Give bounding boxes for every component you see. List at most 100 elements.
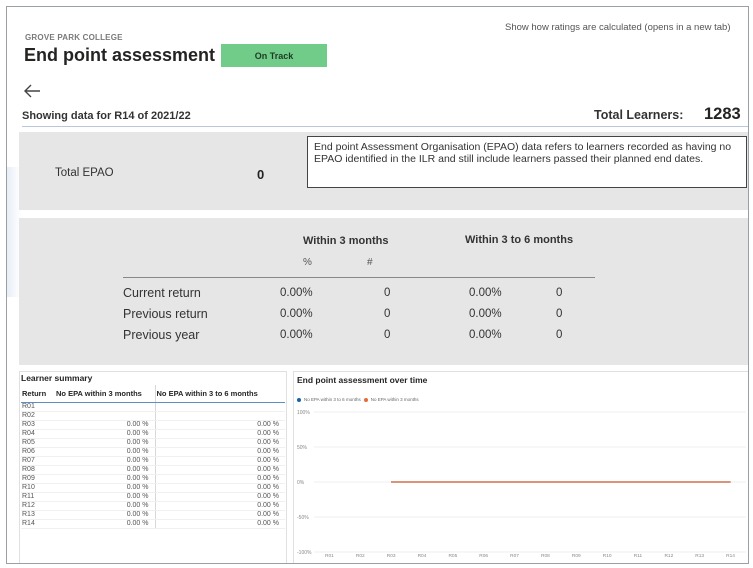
table-cell: R03 bbox=[21, 420, 55, 430]
report-page: GROVE PARK COLLEGE End point assessment … bbox=[6, 6, 749, 564]
table-cell: 0.00 % bbox=[154, 483, 285, 493]
table-cell: 0.00 % bbox=[55, 474, 155, 484]
table-row: R08 0.00 % 0.00 % bbox=[21, 465, 285, 475]
college-name: GROVE PARK COLLEGE bbox=[25, 33, 123, 42]
table-cell: R13 bbox=[21, 510, 55, 520]
x-tick-label: R06 bbox=[479, 553, 488, 559]
table-cell bbox=[55, 411, 155, 421]
summary-cell: 0 bbox=[556, 308, 563, 320]
table-cell bbox=[154, 411, 285, 421]
total-learners-label: Total Learners: bbox=[594, 108, 684, 122]
summary-cell: 0.00% bbox=[280, 308, 313, 320]
table-cell: 0.00 % bbox=[154, 474, 285, 484]
summary-row-label: Current return bbox=[123, 286, 201, 300]
table-row: R11 0.00 % 0.00 % bbox=[21, 492, 285, 502]
table-cell: R11 bbox=[21, 492, 55, 502]
x-tick-label: R11 bbox=[634, 553, 643, 559]
x-tick-label: R12 bbox=[664, 553, 673, 559]
epao-value: 0 bbox=[257, 167, 265, 182]
table-row: R04 0.00 % 0.00 % bbox=[21, 429, 285, 439]
table-cell: 0.00 % bbox=[154, 510, 285, 520]
table-cell: 0.00 % bbox=[55, 501, 155, 511]
y-tick-label: 100% bbox=[297, 410, 310, 416]
table-cell: 0.00 % bbox=[55, 420, 155, 430]
summary-cell: 0 bbox=[556, 329, 563, 341]
within-3-months-header: Within 3 months bbox=[303, 235, 389, 247]
divider bbox=[22, 126, 748, 127]
table-row: R06 0.00 % 0.00 % bbox=[21, 447, 285, 457]
summary-cell: 0 bbox=[384, 308, 391, 320]
table-cell: R02 bbox=[21, 411, 55, 421]
table-row: R01 bbox=[21, 402, 285, 412]
table-cell: 0.00 % bbox=[55, 438, 155, 448]
x-tick-label: R05 bbox=[448, 553, 457, 559]
table-cell: R10 bbox=[21, 483, 55, 493]
table-cell bbox=[154, 402, 285, 412]
table-row: R14 0.00 % 0.00 % bbox=[21, 519, 285, 529]
y-tick-label: 0% bbox=[297, 480, 305, 486]
table-cell: R05 bbox=[21, 438, 55, 448]
within-3-6-months-header: Within 3 to 6 months bbox=[465, 234, 574, 246]
column-header[interactable]: No EPA within 3 months bbox=[55, 385, 155, 403]
epao-card: Total EPAO 0 bbox=[19, 132, 297, 210]
summary-cell: 0 bbox=[384, 329, 391, 341]
table-cell: 0.00 % bbox=[55, 519, 155, 529]
ratings-link[interactable]: Show how ratings are calculated (opens i… bbox=[505, 22, 731, 33]
table-cell: 0.00 % bbox=[154, 438, 285, 448]
column-header[interactable]: Return bbox=[21, 385, 55, 403]
table-cell: 0.00 % bbox=[55, 429, 155, 439]
table-cell: 0.00 % bbox=[154, 429, 285, 439]
table-row: R05 0.00 % 0.00 % bbox=[21, 438, 285, 448]
page-title: End point assessment bbox=[24, 45, 216, 65]
x-tick-label: R03 bbox=[387, 553, 396, 559]
summary-cell: 0.00% bbox=[469, 329, 502, 341]
table-cell: 0.00 % bbox=[154, 465, 285, 475]
table-cell bbox=[55, 402, 155, 412]
table-cell: 0.00 % bbox=[154, 447, 285, 457]
table-cell: 0.00 % bbox=[154, 519, 285, 529]
table-cell: 0.00 % bbox=[55, 447, 155, 457]
table-row: R07 0.00 % 0.00 % bbox=[21, 456, 285, 466]
table-cell: 0.00 % bbox=[154, 420, 285, 430]
table-cell: 0.00 % bbox=[55, 465, 155, 475]
count-header: # bbox=[367, 257, 373, 268]
summary-row-label: Previous year bbox=[123, 328, 200, 342]
table-cell: 0.00 % bbox=[154, 456, 285, 466]
table-row: R13 0.00 % 0.00 % bbox=[21, 510, 285, 520]
data-period-label: Showing data for R14 of 2021/22 bbox=[22, 110, 191, 122]
table-row: R03 0.00 % 0.00 % bbox=[21, 420, 285, 430]
x-tick-label: R10 bbox=[603, 553, 612, 559]
table-header-row: Return No EPA within 3 months No EPA wit… bbox=[21, 385, 285, 403]
learner-summary-table: Return No EPA within 3 months No EPA wit… bbox=[21, 385, 285, 529]
summary-cell: 0.00% bbox=[469, 308, 502, 320]
summary-cell: 0.00% bbox=[469, 287, 502, 299]
x-tick-label: R13 bbox=[695, 553, 704, 559]
table-cell: R14 bbox=[21, 519, 55, 529]
arrow-left-icon[interactable] bbox=[23, 83, 41, 99]
total-learners-value: 1283 bbox=[704, 105, 741, 123]
column-header[interactable]: No EPA within 3 to 6 months bbox=[154, 385, 285, 403]
x-tick-label: R07 bbox=[510, 553, 519, 559]
summary-cell: 0 bbox=[556, 287, 563, 299]
table-cell: 0.00 % bbox=[55, 510, 155, 520]
table-row: R02 bbox=[21, 411, 285, 421]
summary-divider bbox=[123, 277, 595, 278]
summary-cell: 0.00% bbox=[280, 329, 313, 341]
table-row: R09 0.00 % 0.00 % bbox=[21, 474, 285, 484]
summary-row-label: Previous return bbox=[123, 307, 208, 321]
table-cell: 0.00 % bbox=[55, 456, 155, 466]
table-cell: 0.00 % bbox=[55, 483, 155, 493]
line-chart: 100% 50% 0% -50% -100% R01 R02 R03 R04 R05 R06 R07 R… bbox=[297, 410, 746, 559]
x-tick-label: R02 bbox=[356, 553, 365, 559]
table-row: R10 0.00 % 0.00 % bbox=[21, 483, 285, 493]
epao-description: End point Assessment Organisation (EPAO)… bbox=[307, 136, 747, 188]
x-tick-label: R14 bbox=[726, 553, 735, 559]
table-cell: R07 bbox=[21, 456, 55, 466]
y-tick-label: -50% bbox=[297, 515, 309, 521]
y-tick-label: -100% bbox=[297, 550, 312, 556]
x-tick-label: R01 bbox=[325, 553, 334, 559]
table-row: R12 0.00 % 0.00 % bbox=[21, 501, 285, 511]
table-cell: R12 bbox=[21, 501, 55, 511]
status-badge: On Track bbox=[221, 44, 327, 67]
epa-over-time-chart: End point assessment over time No EPA wi… bbox=[293, 371, 748, 563]
